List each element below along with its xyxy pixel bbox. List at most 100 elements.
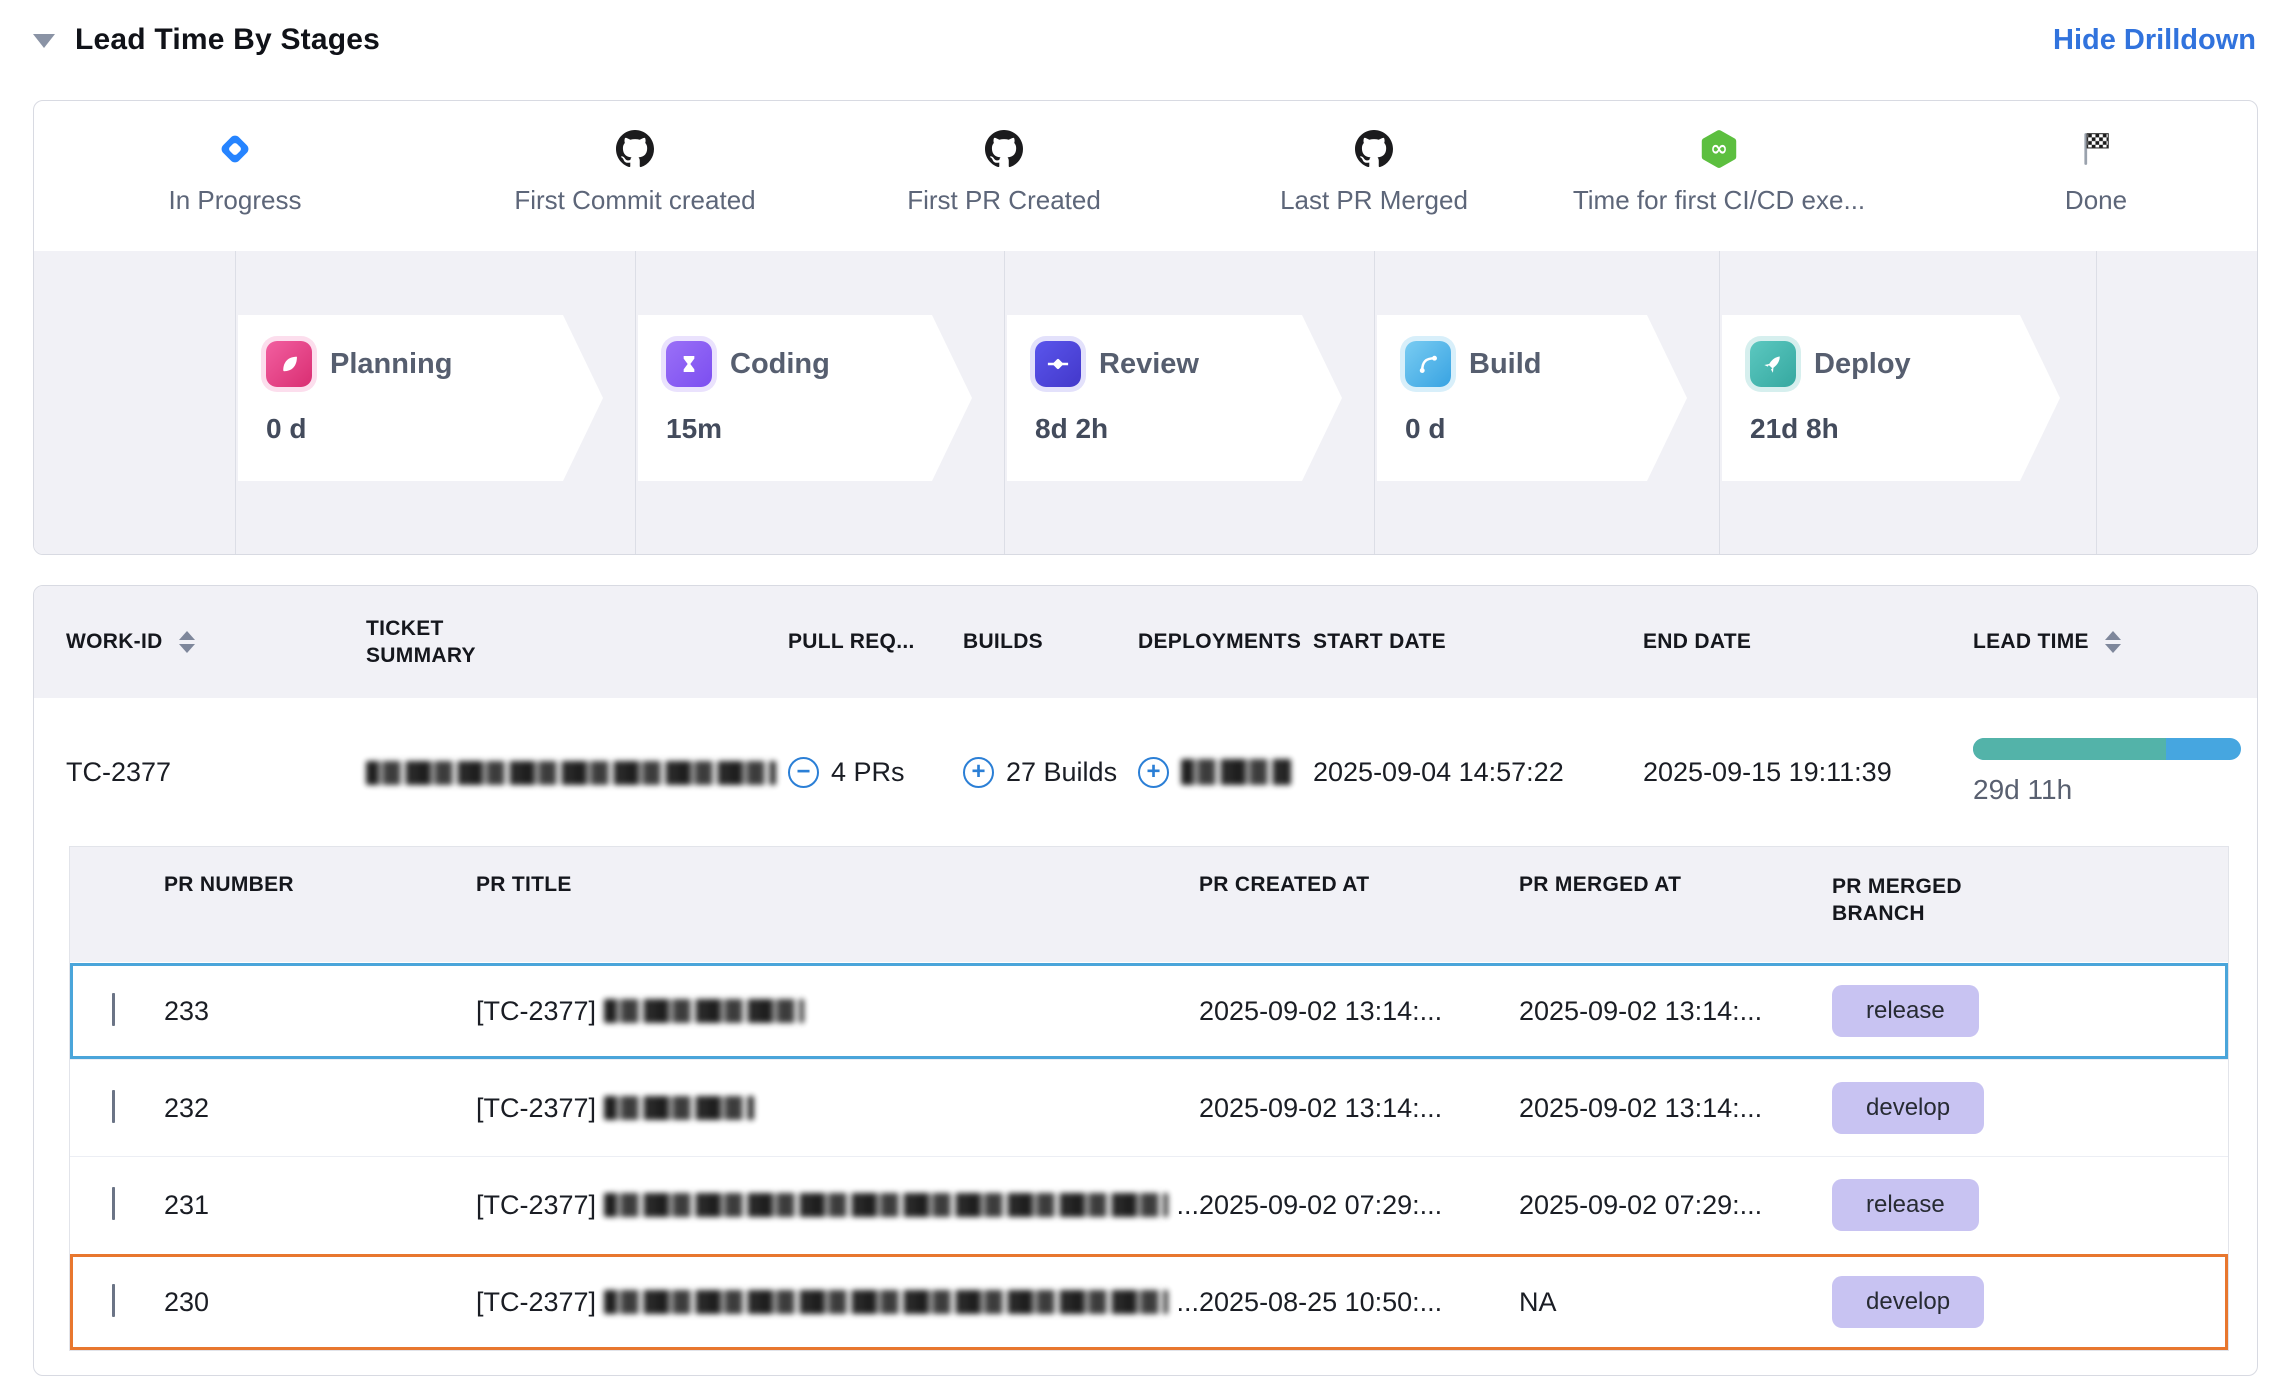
stage-divider bbox=[2096, 251, 2097, 554]
column-pr-title: PR TITLE bbox=[476, 873, 1199, 897]
builds-cell[interactable]: + 27 Builds bbox=[963, 757, 1138, 788]
lead-time-drilldown-page: Lead Time By Stages Hide Drilldown In Pr… bbox=[0, 0, 2291, 1376]
column-ticket-summary: TICKET SUMMARY bbox=[366, 615, 788, 670]
work-row-tc-2377: TC-2377 − 4 PRs + 27 Builds + 2025-09-04… bbox=[34, 698, 2257, 846]
pull-requests-cell[interactable]: − 4 PRs bbox=[788, 757, 963, 788]
finish-flag-icon bbox=[2077, 129, 2115, 169]
end-date-cell: 2025-09-15 19:11:39 bbox=[1643, 757, 1973, 788]
column-builds: BUILDS bbox=[963, 630, 1138, 654]
coding-icon bbox=[666, 341, 712, 387]
column-pr-number: PR NUMBER bbox=[164, 873, 476, 897]
redacted-text bbox=[604, 1193, 1168, 1217]
github-icon bbox=[1355, 129, 1393, 169]
deploy-icon bbox=[1750, 341, 1796, 387]
pr-title-cell: [TC-2377]... bbox=[476, 1287, 1199, 1318]
pr-number-cell: 231 bbox=[164, 1190, 476, 1221]
pr-title-cell: [TC-2377] bbox=[476, 1093, 1199, 1124]
pr-number-cell: 233 bbox=[164, 996, 476, 1027]
github-icon bbox=[616, 129, 654, 169]
column-pr-created-at: PR CREATED AT bbox=[1199, 873, 1519, 897]
pr-created-cell: 2025-09-02 07:29:... bbox=[1199, 1190, 1519, 1221]
pr-number-cell: 230 bbox=[164, 1287, 476, 1318]
milestone-in-progress: In Progress bbox=[33, 129, 445, 216]
branch-badge: develop bbox=[1832, 1276, 1984, 1328]
pr-table: PR NUMBER PR TITLE PR CREATED AT PR MERG… bbox=[69, 846, 2229, 1351]
milestone-row: In Progress First Commit created First P… bbox=[34, 101, 2257, 251]
page-header: Lead Time By Stages Hide Drilldown bbox=[33, 0, 2258, 62]
expand-chevron-icon[interactable] bbox=[112, 1090, 115, 1123]
stages-panel: In Progress First Commit created First P… bbox=[33, 100, 2258, 555]
page-title: Lead Time By Stages bbox=[75, 23, 380, 57]
stage-strip: Planning 0 d Coding 15m Revi bbox=[34, 251, 2257, 554]
expand-plus-icon[interactable]: + bbox=[963, 757, 994, 788]
pr-table-header: PR NUMBER PR TITLE PR CREATED AT PR MERG… bbox=[70, 847, 2228, 962]
cicd-icon: ∞ bbox=[1699, 129, 1739, 169]
redacted-text bbox=[604, 999, 804, 1023]
column-pr-merged-branch: PR MERGED BRANCH bbox=[1832, 873, 2228, 928]
column-deployments: DEPLOYMENTS bbox=[1138, 630, 1313, 654]
collapse-triangle-icon[interactable] bbox=[33, 34, 55, 48]
deployments-cell[interactable]: + bbox=[1138, 757, 1313, 788]
sort-icon[interactable] bbox=[179, 631, 195, 653]
stage-card-deploy: Deploy 21d 8h bbox=[1722, 315, 2060, 481]
expand-chevron-icon[interactable] bbox=[112, 993, 115, 1026]
redacted-text bbox=[1181, 759, 1291, 785]
stage-card-review: Review 8d 2h bbox=[1007, 315, 1342, 481]
pr-row-231[interactable]: 231 [TC-2377]... 2025-09-02 07:29:... 20… bbox=[70, 1156, 2228, 1253]
expand-chevron-icon[interactable] bbox=[112, 1284, 115, 1317]
stage-card-coding: Coding 15m bbox=[638, 315, 972, 481]
jira-icon bbox=[215, 129, 255, 169]
stage-divider bbox=[635, 251, 636, 554]
milestone-done: Done bbox=[1886, 129, 2258, 216]
stage-duration: 8d 2h bbox=[1035, 413, 1314, 445]
pr-row-233[interactable]: 233 [TC-2377] 2025-09-02 13:14:... 2025-… bbox=[70, 962, 2228, 1059]
column-work-id[interactable]: WORK-ID bbox=[66, 630, 366, 654]
pr-merged-cell: 2025-09-02 07:29:... bbox=[1519, 1190, 1832, 1221]
build-icon bbox=[1405, 341, 1451, 387]
pr-created-cell: 2025-09-02 13:14:... bbox=[1199, 1093, 1519, 1124]
hide-drilldown-link[interactable]: Hide Drilldown bbox=[2053, 24, 2256, 57]
column-pull-requests: PULL REQ... bbox=[788, 630, 963, 654]
pr-merged-cell: NA bbox=[1519, 1287, 1832, 1318]
pr-title-cell: [TC-2377] bbox=[476, 996, 1199, 1027]
pr-merged-cell: 2025-09-02 13:14:... bbox=[1519, 996, 1832, 1027]
start-date-cell: 2025-09-04 14:57:22 bbox=[1313, 757, 1643, 788]
stage-divider bbox=[1719, 251, 1720, 554]
lead-time-cell: 29d 11h bbox=[1973, 738, 2258, 806]
column-pr-merged-at: PR MERGED AT bbox=[1519, 873, 1832, 897]
stage-duration: 0 d bbox=[266, 413, 575, 445]
work-table-header: WORK-ID TICKET SUMMARY PULL REQ... BUILD… bbox=[34, 586, 2257, 698]
collapse-minus-icon[interactable]: − bbox=[788, 757, 819, 788]
lead-time-bar-teal bbox=[1973, 738, 2166, 760]
github-icon bbox=[985, 129, 1023, 169]
branch-badge: develop bbox=[1832, 1082, 1984, 1134]
work-table-panel: WORK-ID TICKET SUMMARY PULL REQ... BUILD… bbox=[33, 585, 2258, 1376]
svg-text:∞: ∞ bbox=[1710, 136, 1728, 161]
pr-row-230[interactable]: 230 [TC-2377]... 2025-08-25 10:50:... NA… bbox=[70, 1253, 2228, 1350]
milestone-cicd: ∞ Time for first CI/CD exe... bbox=[1509, 129, 1929, 216]
column-lead-time[interactable]: LEAD TIME bbox=[1973, 630, 2257, 654]
stage-duration: 21d 8h bbox=[1750, 413, 2032, 445]
planning-icon bbox=[266, 341, 312, 387]
stage-duration: 15m bbox=[666, 413, 944, 445]
redacted-text bbox=[604, 1290, 1168, 1314]
pr-row-232[interactable]: 232 [TC-2377] 2025-09-02 13:14:... 2025-… bbox=[70, 1059, 2228, 1156]
stage-duration: 0 d bbox=[1405, 413, 1659, 445]
expand-chevron-icon[interactable] bbox=[112, 1187, 115, 1220]
stage-divider bbox=[1374, 251, 1375, 554]
stage-divider bbox=[235, 251, 236, 554]
sort-icon[interactable] bbox=[2105, 631, 2121, 653]
milestone-first-pr: First PR Created bbox=[794, 129, 1214, 216]
column-end-date: END DATE bbox=[1643, 630, 1973, 654]
stage-card-build: Build 0 d bbox=[1377, 315, 1687, 481]
milestone-first-commit: First Commit created bbox=[425, 129, 845, 216]
pr-created-cell: 2025-09-02 13:14:... bbox=[1199, 996, 1519, 1027]
lead-time-value: 29d 11h bbox=[1973, 774, 2241, 806]
ticket-summary-cell bbox=[366, 757, 788, 788]
pr-title-cell: [TC-2377]... bbox=[476, 1190, 1199, 1221]
pr-merged-cell: 2025-09-02 13:14:... bbox=[1519, 1093, 1832, 1124]
expand-plus-icon[interactable]: + bbox=[1138, 757, 1169, 788]
review-icon bbox=[1035, 341, 1081, 387]
branch-badge: release bbox=[1832, 985, 1979, 1037]
redacted-text bbox=[366, 761, 776, 785]
